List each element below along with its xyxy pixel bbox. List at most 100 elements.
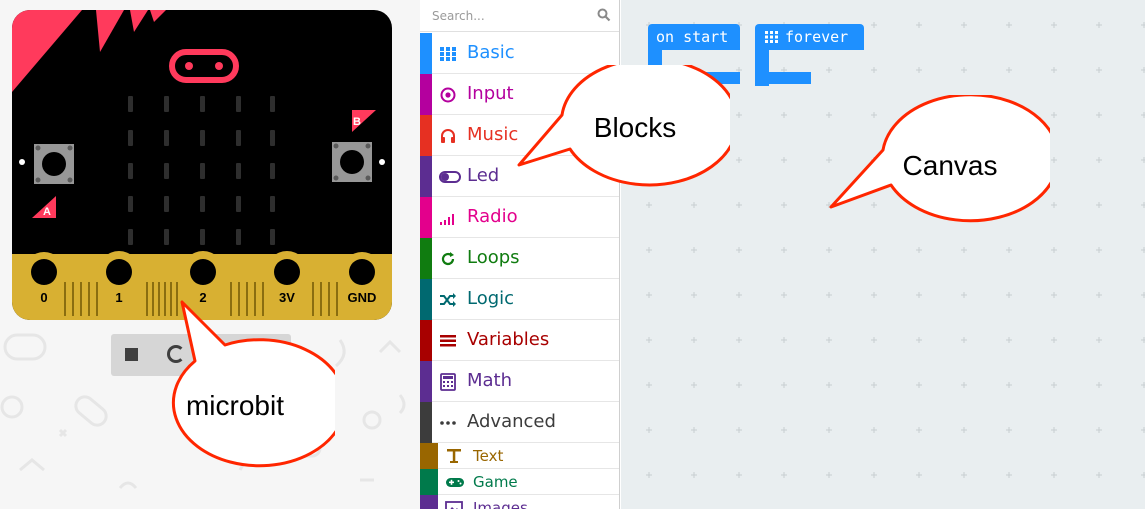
grid-mark bbox=[1096, 67, 1102, 73]
grid-mark bbox=[781, 157, 787, 163]
category-color-stripe bbox=[420, 197, 432, 238]
grid-mark bbox=[691, 202, 697, 208]
grid-mark bbox=[736, 202, 742, 208]
grid-mark bbox=[1051, 157, 1057, 163]
pin-1-label: 1 bbox=[115, 290, 122, 305]
grid-mark bbox=[736, 292, 742, 298]
gamepad-icon bbox=[446, 478, 464, 487]
headphones-icon bbox=[441, 129, 455, 143]
grid-mark bbox=[1051, 337, 1057, 343]
grid-mark bbox=[1051, 427, 1057, 433]
grid-mark bbox=[691, 247, 697, 253]
category-logic[interactable]: Logic bbox=[420, 279, 619, 320]
category-radio[interactable]: Radio bbox=[420, 197, 619, 238]
grid-mark bbox=[1051, 292, 1057, 298]
ellipsis-icon bbox=[440, 421, 456, 425]
grid-mark bbox=[736, 157, 742, 163]
pin-gnd-label: GND bbox=[348, 290, 377, 305]
subcategory-label: Text bbox=[473, 447, 504, 465]
category-color-stripe bbox=[420, 495, 438, 509]
grid-mark bbox=[781, 337, 787, 343]
subcategory-label: Images bbox=[473, 499, 528, 509]
category-color-stripe bbox=[420, 361, 432, 402]
grid-mark bbox=[871, 382, 877, 388]
grid-mark bbox=[1141, 382, 1145, 388]
grid-mark bbox=[916, 472, 922, 478]
search-input[interactable] bbox=[420, 0, 619, 31]
signal-bars-icon bbox=[440, 214, 454, 225]
grid-mark bbox=[826, 382, 832, 388]
grid-mark bbox=[961, 337, 967, 343]
subcategory-images[interactable]: Images bbox=[420, 495, 619, 509]
grid-mark bbox=[1141, 112, 1145, 118]
forever-block[interactable]: forever bbox=[755, 24, 864, 86]
grid-mark bbox=[1006, 472, 1012, 478]
button-b[interactable] bbox=[332, 142, 372, 182]
grid-mark bbox=[1141, 67, 1145, 73]
grid-mark bbox=[691, 337, 697, 343]
category-variables[interactable]: Variables bbox=[420, 320, 619, 361]
grid-mark bbox=[871, 292, 877, 298]
grid-mark bbox=[826, 472, 832, 478]
grid-mark bbox=[961, 427, 967, 433]
grid-mark bbox=[1051, 22, 1057, 28]
grid-mark bbox=[736, 112, 742, 118]
grid-mark bbox=[736, 247, 742, 253]
grid-mark bbox=[646, 247, 652, 253]
grid-mark bbox=[826, 337, 832, 343]
stop-icon[interactable] bbox=[125, 348, 138, 361]
button-a[interactable] bbox=[34, 144, 74, 184]
grid-mark bbox=[691, 427, 697, 433]
image-icon bbox=[445, 501, 463, 509]
grid-mark bbox=[961, 472, 967, 478]
grid-mark bbox=[961, 382, 967, 388]
category-label: Advanced bbox=[467, 411, 556, 432]
button-b-label: B bbox=[353, 116, 361, 128]
grid-mark bbox=[646, 292, 652, 298]
search-icon[interactable] bbox=[597, 8, 611, 22]
grid-mark bbox=[1096, 427, 1102, 433]
grid-mark bbox=[871, 472, 877, 478]
grid-icon bbox=[440, 47, 456, 61]
subcategory-text[interactable]: Text bbox=[420, 443, 619, 469]
grid-mark bbox=[1141, 157, 1145, 163]
category-color-stripe bbox=[420, 33, 432, 74]
category-label: Logic bbox=[467, 288, 515, 309]
grid-mark bbox=[961, 292, 967, 298]
grid-mark bbox=[1141, 292, 1145, 298]
category-math[interactable]: Math bbox=[420, 361, 619, 402]
refresh-icon bbox=[441, 252, 455, 266]
grid-mark bbox=[646, 337, 652, 343]
grid-mark bbox=[961, 67, 967, 73]
category-color-stripe bbox=[420, 469, 438, 495]
subcategory-game[interactable]: Game bbox=[420, 469, 619, 495]
category-color-stripe bbox=[420, 74, 432, 115]
category-label: Math bbox=[467, 370, 513, 391]
category-label: Basic bbox=[467, 42, 515, 63]
category-color-stripe bbox=[420, 443, 438, 469]
pin-gnd[interactable]: GND bbox=[342, 252, 382, 305]
grid-mark bbox=[1006, 22, 1012, 28]
target-icon bbox=[440, 87, 456, 103]
grid-mark bbox=[1006, 67, 1012, 73]
search-box bbox=[420, 0, 619, 32]
calculator-icon bbox=[440, 373, 456, 391]
grid-mark bbox=[916, 382, 922, 388]
grid-mark bbox=[1141, 22, 1145, 28]
toggle-icon bbox=[439, 171, 461, 183]
category-color-stripe bbox=[420, 115, 432, 156]
category-advanced[interactable]: Advanced bbox=[420, 402, 619, 443]
category-loops[interactable]: Loops bbox=[420, 238, 619, 279]
grid-mark bbox=[736, 382, 742, 388]
grid-mark bbox=[781, 382, 787, 388]
grid-mark bbox=[916, 337, 922, 343]
category-color-stripe bbox=[420, 320, 432, 361]
category-color-stripe bbox=[420, 156, 432, 197]
category-label: Radio bbox=[467, 206, 518, 227]
grid-mark bbox=[1141, 337, 1145, 343]
grid-mark bbox=[1006, 292, 1012, 298]
grid-mark bbox=[1051, 472, 1057, 478]
canvas-callout-text: Canvas bbox=[902, 150, 998, 181]
grid-mark bbox=[1096, 472, 1102, 478]
grid-mark bbox=[826, 292, 832, 298]
